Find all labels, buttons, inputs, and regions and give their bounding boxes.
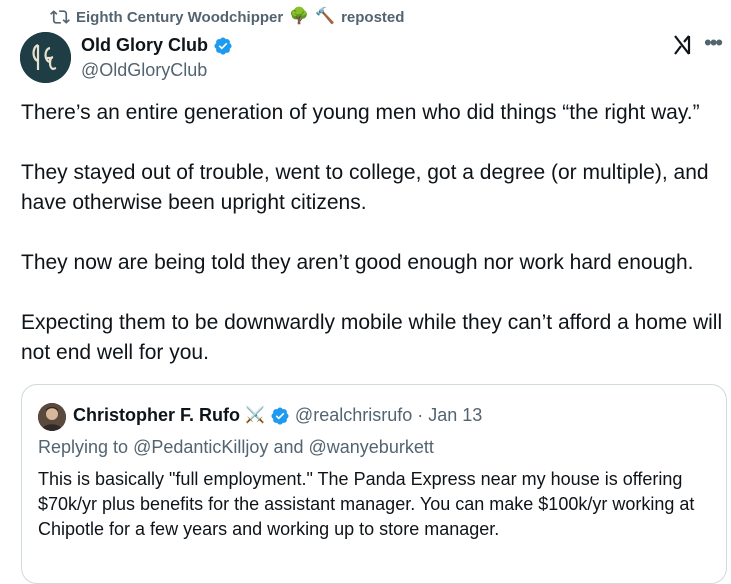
grok-icon[interactable]	[672, 33, 694, 57]
hammer-emoji: 🔨	[315, 8, 336, 25]
crossed-swords-emoji: ⚔️	[245, 406, 265, 424]
repost-indicator[interactable]: Eighth Century Woodchipper 🌳 🔨 reposted	[50, 6, 404, 28]
quote-text: This is basically "full employment." The…	[38, 469, 695, 539]
quote-date[interactable]: Jan 13	[428, 405, 482, 426]
author-name-row[interactable]: Old Glory Club	[81, 35, 233, 56]
quote-author-avatar[interactable]	[38, 403, 66, 431]
reply-mention-1[interactable]: @PedanticKilljoy	[133, 437, 268, 457]
author-handle[interactable]: @OldGloryClub	[81, 60, 207, 81]
quote-author-name[interactable]: Christopher F. Rufo	[73, 405, 240, 426]
reply-mention-2[interactable]: @wanyeburkett	[309, 437, 434, 457]
tree-emoji: 🌳	[289, 8, 310, 25]
tweet-text: There’s an entire generation of young me…	[21, 98, 726, 398]
repost-icon	[50, 10, 70, 24]
verified-badge-icon	[214, 36, 232, 55]
meta-separator: ·	[417, 405, 424, 425]
repost-label: reposted	[341, 8, 405, 26]
reply-prefix: Replying to	[38, 437, 129, 457]
more-options-icon[interactable]: •••	[704, 30, 723, 56]
avatar-monogram-icon	[20, 32, 71, 83]
verified-badge-icon	[271, 406, 289, 425]
replying-to-line: Replying to @PedanticKilljoy and @wanyeb…	[38, 437, 434, 458]
quote-header: Christopher F. Rufo ⚔️ @realchrisrufo · …	[73, 405, 482, 426]
quote-author-handle[interactable]: @realchrisrufo	[295, 405, 412, 426]
avatar-photo-icon	[38, 403, 66, 431]
quoted-tweet[interactable]: Christopher F. Rufo ⚔️ @realchrisrufo · …	[21, 384, 727, 584]
reply-joiner: and	[273, 437, 304, 457]
author-avatar[interactable]	[20, 32, 71, 83]
tweet-paragraph: They stayed out of trouble, went to coll…	[21, 161, 709, 214]
tweet-paragraph: They now are being told they aren’t good…	[21, 251, 694, 274]
repost-user-name[interactable]: Eighth Century Woodchipper	[76, 9, 283, 26]
tweet-paragraph: Expecting them to be downwardly mobile w…	[21, 311, 723, 364]
tweet-paragraph: There’s an entire generation of young me…	[21, 101, 700, 124]
author-name[interactable]: Old Glory Club	[81, 35, 208, 56]
